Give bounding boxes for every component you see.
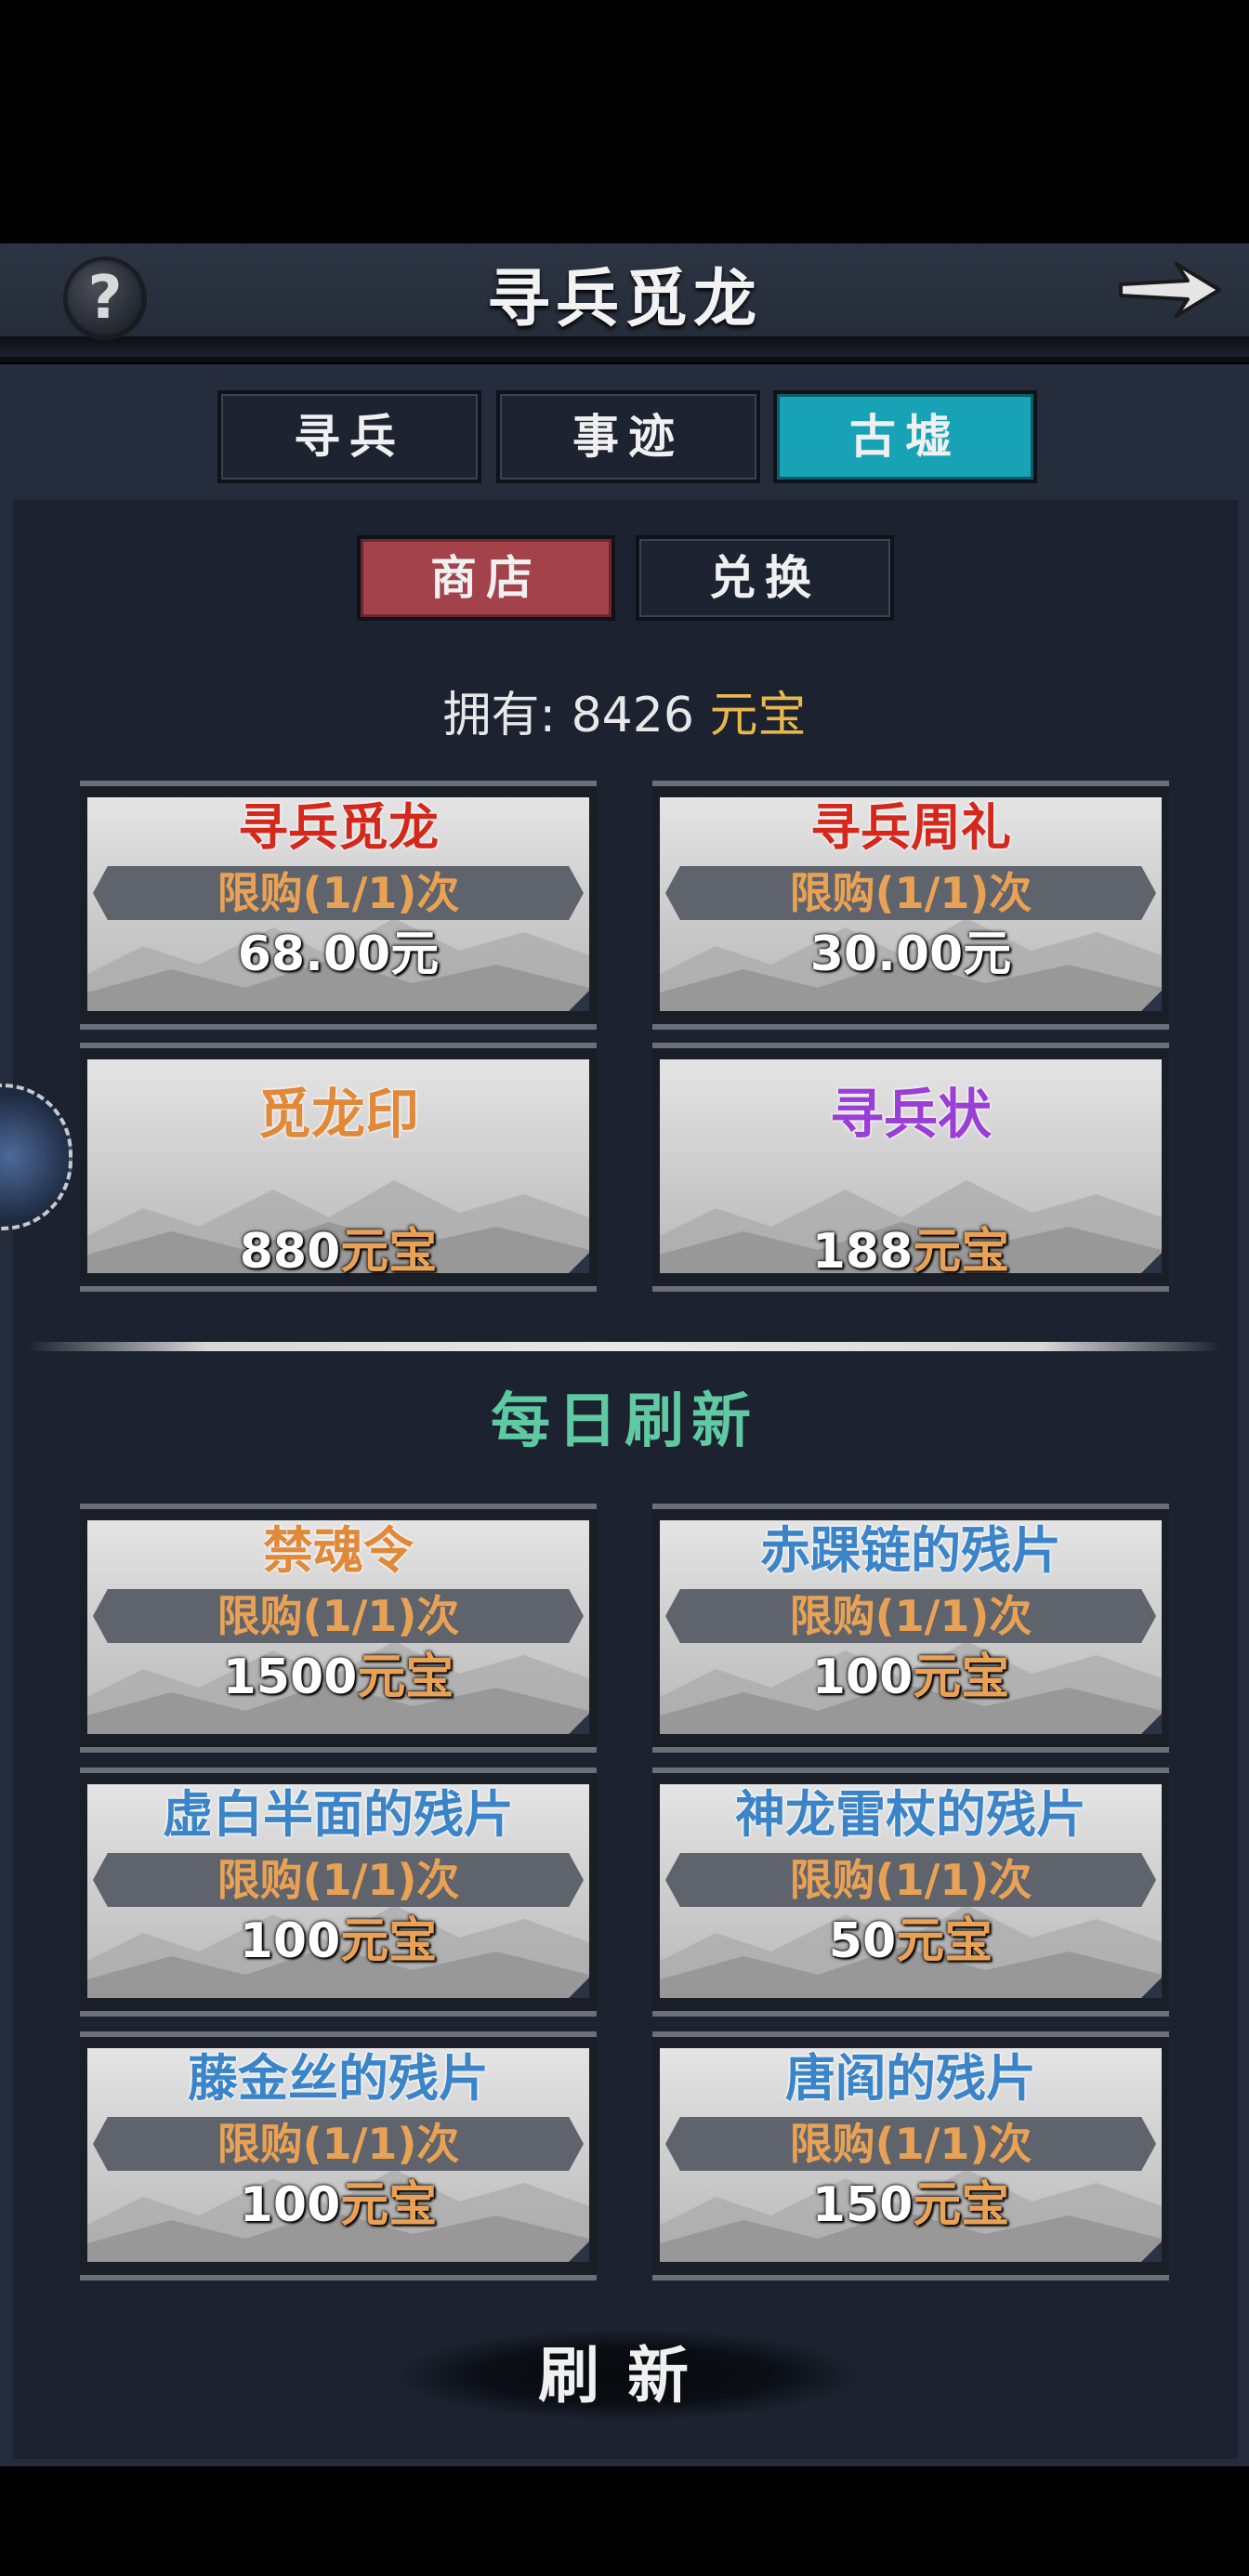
price-unit: 元宝 — [357, 1649, 454, 1705]
card-corner — [1141, 2241, 1162, 2262]
shop-card[interactable]: 寻兵状 188元宝 — [652, 1043, 1169, 1292]
shop-card[interactable]: 寻兵觅龙 限购(1/1)次 68.00元 — [80, 781, 597, 1030]
daily-refresh-title: 每日刷新 — [491, 1387, 758, 1456]
price-unit: 元宝 — [340, 1224, 438, 1280]
price-number: 150 — [811, 2177, 914, 2233]
back-button[interactable] — [1115, 253, 1227, 327]
item-price: 880元宝 — [80, 1221, 597, 1282]
subtab-shop[interactable]: 商店 — [357, 535, 615, 621]
price-number: 100 — [239, 2177, 341, 2233]
item-price: 1500元宝 — [80, 1647, 597, 1708]
price-number: 188 — [811, 1224, 914, 1280]
daily-card[interactable]: 唐阎的残片 限购(1/1)次 150元宝 — [652, 2031, 1169, 2280]
daily-card[interactable]: 禁魂令 限购(1/1)次 1500元宝 — [80, 1504, 597, 1753]
page-title: 寻兵觅龙 — [486, 262, 762, 336]
price-number: 100 — [811, 1649, 914, 1705]
item-price: 100元宝 — [652, 1647, 1169, 1708]
card-corner — [1141, 1714, 1162, 1734]
item-price: 30.00元 — [809, 927, 1012, 982]
purchase-limit: 限购(1/1)次 — [789, 868, 1032, 918]
refresh-button[interactable]: 刷新 — [400, 2331, 855, 2420]
tab-guxu[interactable]: 古墟 — [773, 390, 1037, 483]
price-unit: 元宝 — [340, 1913, 438, 1969]
section-divider — [28, 1342, 1221, 1351]
daily-card[interactable]: 神龙雷杖的残片 限购(1/1)次 50元宝 — [652, 1768, 1169, 2017]
price-unit: 元宝 — [340, 2177, 438, 2233]
shop-card[interactable]: 寻兵周礼 限购(1/1)次 30.00元 — [652, 781, 1169, 1030]
balance-currency: 元宝 — [709, 688, 807, 743]
card-corner — [569, 2241, 589, 2262]
purchase-limit: 限购(1/1)次 — [789, 1591, 1032, 1641]
card-corner — [569, 1714, 589, 1734]
item-price: 100元宝 — [80, 1911, 597, 1972]
item-name: 赤踝链的残片 — [760, 1521, 1061, 1580]
item-price: 50元宝 — [652, 1911, 1169, 1972]
item-name: 寻兵觅龙 — [238, 798, 439, 857]
price-unit: 元宝 — [896, 1913, 993, 1969]
price-number: 880 — [239, 1224, 341, 1280]
purchase-limit: 限购(1/1)次 — [217, 868, 460, 918]
tab-xunbing[interactable]: 寻兵 — [217, 390, 481, 483]
item-name: 禁魂令 — [263, 1521, 414, 1580]
subtab-exchange[interactable]: 兑换 — [636, 535, 894, 621]
item-name: 神龙雷杖的残片 — [735, 1785, 1086, 1844]
item-name: 觅龙印 — [256, 1083, 419, 1146]
item-name: 虚白半面的残片 — [163, 1785, 514, 1844]
tab-shiji[interactable]: 事迹 — [496, 390, 760, 483]
shop-card[interactable]: 觅龙印 880元宝 — [80, 1043, 597, 1292]
price-unit: 元宝 — [913, 1649, 1010, 1705]
question-mark-icon: ? — [87, 264, 123, 333]
arrow-right-icon — [1119, 262, 1221, 318]
daily-card[interactable]: 赤踝链的残片 限购(1/1)次 100元宝 — [652, 1504, 1169, 1753]
purchase-limit: 限购(1/1)次 — [217, 1855, 460, 1905]
currency-balance: 拥有: 8426 元宝 — [346, 678, 903, 753]
item-price: 68.00元 — [237, 927, 440, 982]
card-corner — [569, 991, 589, 1011]
purchase-limit: 限购(1/1)次 — [217, 2119, 460, 2169]
purchase-limit: 限购(1/1)次 — [789, 1855, 1032, 1905]
price-unit: 元宝 — [913, 2177, 1010, 2233]
item-name: 寻兵状 — [829, 1083, 992, 1146]
bottom-bar — [0, 2466, 1249, 2576]
purchase-limit: 限购(1/1)次 — [217, 1591, 460, 1641]
price-number: 100 — [239, 1913, 341, 1969]
purchase-limit: 限购(1/1)次 — [789, 2119, 1032, 2169]
item-price: 188元宝 — [652, 1221, 1169, 1282]
help-button[interactable]: ? — [63, 256, 147, 340]
item-name: 唐阎的残片 — [785, 2049, 1036, 2108]
balance-prefix: 拥有: — [442, 688, 557, 743]
card-corner — [569, 1978, 589, 1998]
item-name: 藤金丝的残片 — [188, 2049, 489, 2108]
item-price: 100元宝 — [80, 2175, 597, 2236]
daily-card[interactable]: 虚白半面的残片 限购(1/1)次 100元宝 — [80, 1768, 597, 2017]
card-corner — [1141, 991, 1162, 1011]
balance-amount: 8426 — [571, 688, 694, 743]
price-number: 1500 — [222, 1649, 358, 1705]
price-number: 50 — [828, 1913, 897, 1969]
card-corner — [1141, 1978, 1162, 1998]
daily-card[interactable]: 藤金丝的残片 限购(1/1)次 100元宝 — [80, 2031, 597, 2280]
item-price: 150元宝 — [652, 2175, 1169, 2236]
price-unit: 元宝 — [913, 1224, 1010, 1280]
item-name: 寻兵周礼 — [810, 798, 1011, 857]
